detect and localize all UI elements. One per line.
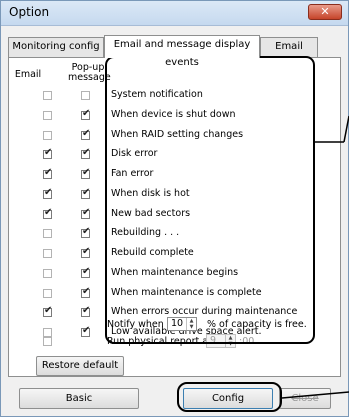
annotation-config-highlight — [177, 382, 282, 412]
tab-email-message-events[interactable]: Email and message display events — [104, 35, 260, 68]
